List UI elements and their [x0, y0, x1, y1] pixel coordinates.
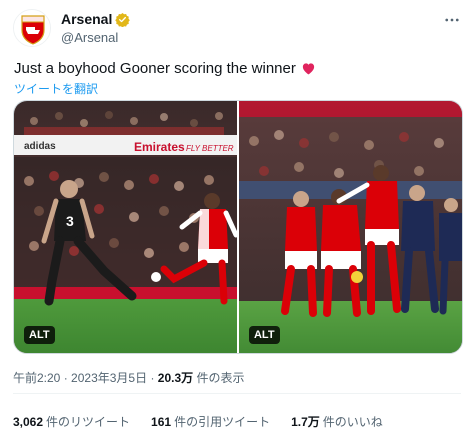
- tweet-time[interactable]: 午前2:20: [13, 371, 60, 385]
- quotes-stat[interactable]: 161 件の引用ツイート: [151, 413, 270, 430]
- author-name[interactable]: Arsenal: [61, 11, 112, 27]
- retweets-stat[interactable]: 3,062 件のリツイート: [13, 413, 130, 430]
- alt-badge[interactable]: ALT: [248, 326, 280, 344]
- emirates-board: Emirates: [134, 140, 185, 154]
- quotes-count: 161: [151, 415, 172, 429]
- author-block[interactable]: Arsenal @Arsenal: [61, 11, 131, 45]
- tweet-meta: 午前2:20 · 2023年3月5日 · 20.3万 件の表示: [13, 369, 245, 386]
- more-options-icon[interactable]: [442, 10, 462, 30]
- tweet-date[interactable]: 2023年3月5日: [71, 371, 147, 385]
- meta-separator: ·: [150, 371, 155, 385]
- tweet-text-content: Just a boyhood Gooner scoring the winner: [14, 60, 296, 77]
- likes-count: 1.7万: [291, 415, 320, 429]
- meta-separator: ·: [63, 371, 68, 385]
- alt-badge[interactable]: ALT: [24, 326, 55, 344]
- fly-better-board: FLY BETTER: [186, 144, 234, 153]
- photo-goal-strike[interactable]: adidas Emirates FLY BETTER 3 ALT: [14, 101, 237, 353]
- tweet-text: Just a boyhood Gooner scoring the winner: [14, 60, 316, 77]
- divider: [13, 393, 461, 394]
- author-handle[interactable]: @Arsenal: [61, 30, 130, 45]
- red-heart-icon: [301, 61, 316, 76]
- photo-celebration[interactable]: ALT: [238, 101, 462, 353]
- media-grid: adidas Emirates FLY BETTER 3 ALT ALT: [13, 100, 463, 354]
- likes-stat[interactable]: 1.7万 件のいいね: [291, 413, 383, 430]
- likes-label: 件のいいね: [322, 415, 383, 429]
- retweets-count: 3,062: [13, 415, 44, 429]
- tweet-card: Arsenal @Arsenal Just a boyhood Gooner s…: [0, 0, 474, 432]
- retweets-label: 件のリツイート: [46, 415, 131, 429]
- gold-verified-badge-icon: [115, 12, 131, 27]
- arsenal-crest-icon[interactable]: [13, 9, 51, 47]
- views-count: 20.3万: [157, 371, 194, 385]
- engagement-stats: 3,062 件のリツイート 161 件の引用ツイート 1.7万 件のいいね: [13, 413, 404, 430]
- svg-text:adidas: adidas: [24, 141, 56, 152]
- translate-tweet-link[interactable]: ツイートを翻訳: [14, 80, 98, 97]
- views-label: 件の表示: [196, 371, 245, 385]
- quotes-label: 件の引用ツイート: [174, 415, 271, 429]
- svg-text:3: 3: [66, 213, 74, 229]
